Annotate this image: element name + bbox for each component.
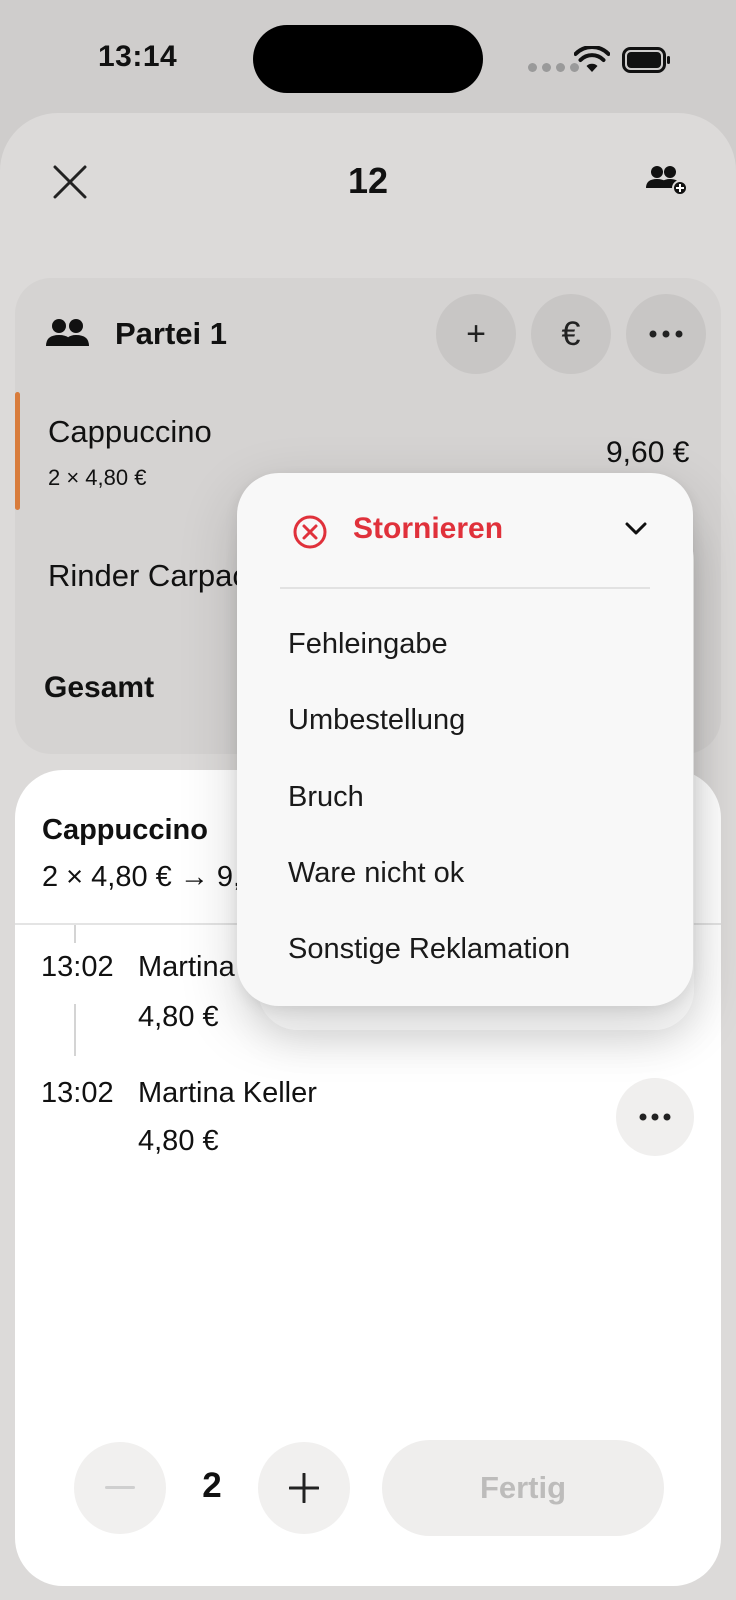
detail-title: Cappuccino — [42, 814, 208, 846]
add-item-button[interactable]: + — [436, 294, 516, 374]
menu-item-fehleingabe[interactable]: Fehleingabe — [288, 628, 448, 661]
item-name: Cappuccino — [48, 414, 212, 449]
screen: 13:14 12 Partei 1 + € Cappuccino 2 × 4,8… — [0, 0, 736, 1600]
party-more-button[interactable] — [626, 294, 706, 374]
dynamic-island — [253, 25, 483, 93]
more-icon — [639, 1113, 671, 1121]
menu-item-sonstige-reklamation[interactable]: Sonstige Reklamation — [288, 933, 570, 966]
wifi-icon — [574, 46, 610, 72]
entry-more-button[interactable] — [616, 1078, 694, 1156]
signal-icon — [528, 63, 579, 72]
euro-icon: € — [561, 314, 581, 353]
log-time: 13:02 — [41, 951, 114, 983]
log-name: Martina Keller — [138, 1077, 317, 1109]
quantity-increase-button[interactable] — [258, 1442, 350, 1534]
detail-subtitle: 2 × 4,80 € → 9,60 € — [42, 861, 242, 893]
menu-item-umbestellung[interactable]: Umbestellung — [288, 704, 465, 737]
menu-divider — [280, 587, 650, 589]
log-time: 13:02 — [41, 1077, 114, 1109]
minus-icon — [105, 1486, 135, 1489]
add-people-icon — [646, 166, 688, 196]
cancel-circle-icon — [293, 515, 327, 549]
quantity-decrease-button[interactable] — [74, 1442, 166, 1534]
add-guest-button[interactable] — [646, 163, 696, 203]
page-title: 12 — [347, 160, 389, 201]
chevron-down-icon — [625, 522, 647, 535]
pay-button[interactable]: € — [531, 294, 611, 374]
selected-item-indicator — [15, 392, 20, 510]
item-price: 9,60 € — [606, 436, 690, 469]
battery-icon — [622, 47, 670, 73]
status-time: 13:14 — [98, 40, 178, 73]
more-icon — [649, 330, 683, 338]
people-icon — [46, 319, 89, 346]
item-detail: 2 × 4,80 € — [48, 465, 147, 490]
quantity-value: 2 — [202, 1466, 222, 1505]
status-bar: 13:14 — [0, 0, 736, 110]
menu-item-bruch[interactable]: Bruch — [288, 781, 364, 814]
log-amount: 4,80 € — [138, 1001, 219, 1033]
plus-icon: + — [466, 314, 486, 353]
done-button[interactable]: Fertig — [382, 1440, 664, 1536]
party-name: Partei 1 — [115, 316, 228, 351]
menu-header-label: Stornieren — [353, 512, 504, 545]
log-amount: 4,80 € — [138, 1125, 219, 1157]
timeline-line — [74, 925, 76, 943]
timeline-line — [74, 1004, 76, 1056]
order-item[interactable]: Rinder Carpaccio — [48, 558, 238, 594]
plus-icon — [289, 1473, 319, 1503]
total-label: Gesamt — [44, 671, 155, 704]
menu-item-ware-nicht-ok[interactable]: Ware nicht ok — [288, 857, 464, 890]
